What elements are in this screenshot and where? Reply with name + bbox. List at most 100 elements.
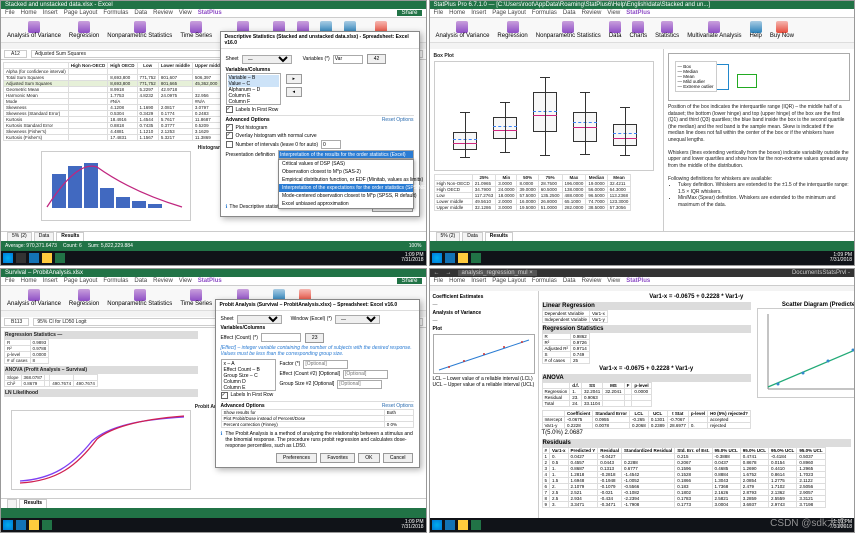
tab-formulas[interactable]: Formulas [103,10,128,16]
statplus-toolbar-tr: Analysis of Variance Regression Nonparam… [430,18,855,43]
sheet-select[interactable]: — [242,55,292,64]
move-right-icon[interactable]: ▸ [286,74,303,84]
back-icon[interactable]: ← [434,270,440,276]
taskbar[interactable]: 1:09 PM7/31/2018 [1,251,426,265]
explorer-icon[interactable] [458,253,468,263]
favs-button[interactable]: Favorites [320,453,355,463]
data-table[interactable]: High Non-OECDHigh OECDLowLower middleUpp… [3,62,254,141]
panel-descriptive-stats: Stacked and unstacked data.xlsx - Excel … [0,0,427,266]
prefs-button-bl[interactable]: Preferences [276,453,317,463]
ribbon-tabs-br[interactable]: FileHomeInsertPage LayoutFormulasDataRev… [430,277,855,286]
start-icon[interactable] [432,253,442,263]
move-left-icon[interactable]: ◂ [286,87,303,97]
group-input[interactable] [337,380,382,389]
left-help-pane: Coefficient Estimates — Analysis of Vari… [430,291,539,519]
sheet-tab-2[interactable]: Data [34,232,55,241]
titlebar-tr: StatPlus Pro 6.7.1.0 — [C:\Users\root\Ap… [430,1,855,9]
tool-anova[interactable]: Analysis of Variance [5,20,63,40]
sheet-tab-1[interactable]: 5% (2) [7,232,32,241]
start-icon[interactable] [3,253,13,263]
window-select[interactable]: — [335,315,380,324]
dialog-title: Descriptive Statistics (Stacked and unst… [221,32,419,49]
factor-input[interactable] [303,360,348,369]
app-title-tr: StatPlus Pro 6.7.1.0 — [C:\Users\root\Ap… [434,2,710,8]
panel-regression: ← → analysis_regression_mul × DocumentsS… [429,268,855,533]
presentation-dropdown[interactable]: Critical values of DSP (SAS)Observation … [278,159,414,209]
excel-icon[interactable] [42,520,52,530]
tool-timeseries[interactable]: Time Series [178,20,214,40]
ribbon-tabs[interactable]: File Home Insert Page Layout Formulas Da… [1,9,426,18]
statusbar-bl [1,508,426,518]
tab-statplus[interactable]: StatPlus [198,10,222,16]
sheet-tabs-tr[interactable]: 5% (2) Data Results [430,231,855,241]
columns-listbox[interactable]: Variable – BValue – CAlphanum – DColumn … [226,73,281,105]
columns-listbox-bl[interactable]: x – AEffect Count – BGroup Size – CColum… [221,359,276,391]
labels-checkbox[interactable] [226,106,233,113]
fwd-icon[interactable]: → [446,270,452,276]
boxplot-chart [434,61,654,171]
explorer-icon[interactable] [29,520,39,530]
edge-icon[interactable] [445,253,455,263]
equation-top: Var1-x = -0.0675 + 0.2228 * Var1-y [542,294,852,300]
tab-pagelayout[interactable]: Page Layout [64,10,98,16]
boxplot-title: Box Plot [434,53,659,59]
tab-view[interactable]: View [179,10,192,16]
worksheet-tr[interactable]: Box Plot 25%Min50%75%MaxMedianMeanHigh N… [430,49,855,251]
tab-insert[interactable]: Insert [43,10,58,16]
boxplot-stats-table: 25%Min50%75%MaxMedianMeanHigh Non-OECD21… [434,174,632,211]
sheet-tabs-bl[interactable]: Results [1,498,426,508]
scatter-chart: ■ Var1-x ■ Var1-y [757,308,854,398]
edge-icon[interactable] [445,520,455,530]
sheet-tab-3[interactable]: Results [56,232,84,241]
tool-nonparam[interactable]: Nonparametric Statistics [105,20,174,40]
vars-input[interactable] [333,55,363,64]
taskbar-br[interactable]: 1:10 PM7/31/2018 [430,518,855,532]
reset-link-bl[interactable]: Reset Options [382,403,414,409]
add-effect[interactable]: 23 [305,333,325,343]
effect-input[interactable] [261,333,301,342]
search-icon[interactable] [16,253,26,263]
main-results[interactable]: Var1-x = -0.0675 + 0.2228 * Var1-y Linea… [539,291,855,519]
effect2-input[interactable] [343,370,388,379]
sheet-tabs[interactable]: 5% (2) Data Results [1,231,426,241]
ribbon-tabs-bl[interactable]: FileHomeInsertPage LayoutFormulasDataRev… [1,277,426,286]
share-button[interactable]: Share [397,10,421,16]
probit-dialog[interactable]: Probit Analysis (Survival – ProbitAnalys… [215,299,420,468]
start-icon[interactable] [432,520,442,530]
taskbar-tr[interactable]: 1:09 PM7/31/2018 [430,251,855,265]
excel-icon[interactable] [55,253,65,263]
tab-data[interactable]: Data [134,10,147,16]
add-button[interactable]: 42 [367,54,387,64]
tab-file[interactable]: File [5,10,15,16]
labels-checkbox-bl[interactable] [221,392,228,399]
excel-icon[interactable] [471,253,481,263]
residuals-table[interactable]: #Var1-xPredicted YResidualStandardized R… [542,447,826,508]
tab-review[interactable]: Review [153,10,173,16]
start-icon[interactable] [3,520,13,530]
panel-boxplot: StatPlus Pro 6.7.1.0 — [C:\Users\root\Ap… [429,0,855,266]
tab-home[interactable]: Home [21,10,37,16]
ok-button[interactable]: OK [358,453,379,463]
statusbar: Average: 970,371.6473 Count: 6 Sum: 5,82… [1,241,426,251]
cancel-button[interactable]: Cancel [383,453,413,463]
reset-link[interactable]: Reset Options [382,117,414,123]
panel-probit: Survival – ProbitAnalysis.xlsx FileHomeI… [0,268,427,533]
tool-regression[interactable]: Regression [67,20,101,40]
name-box-bl[interactable]: B113 [4,318,29,326]
descriptive-stats-dialog[interactable]: Descriptive Statistics (Stacked and unst… [220,31,420,217]
excel-icon[interactable] [471,520,481,530]
presentation-select[interactable] [278,150,414,159]
titlebar-bl: Survival – ProbitAnalysis.xlsx [1,269,426,277]
explorer-icon[interactable] [42,253,52,263]
taskbar-bl[interactable]: 1:09 PM7/31/2018 [1,518,426,532]
explorer-icon[interactable] [458,520,468,530]
titlebar: Stacked and unstacked data.xlsx - Excel [1,1,426,9]
name-box[interactable]: A12 [4,50,27,58]
sheet-select-bl[interactable] [237,315,282,324]
browser-tabbar[interactable]: ← → analysis_regression_mul × DocumentsS… [430,269,855,277]
ribbon-tabs-tr[interactable]: FileHomeInsertPage LayoutFormulasDataRev… [430,9,855,18]
edge-icon[interactable] [29,253,39,263]
edge-icon[interactable] [16,520,26,530]
boxplot-legend: — Box— Median— Mean— Mild outlier— Extre… [675,61,717,92]
browser-tab[interactable]: analysis_regression_mul × [458,270,537,276]
